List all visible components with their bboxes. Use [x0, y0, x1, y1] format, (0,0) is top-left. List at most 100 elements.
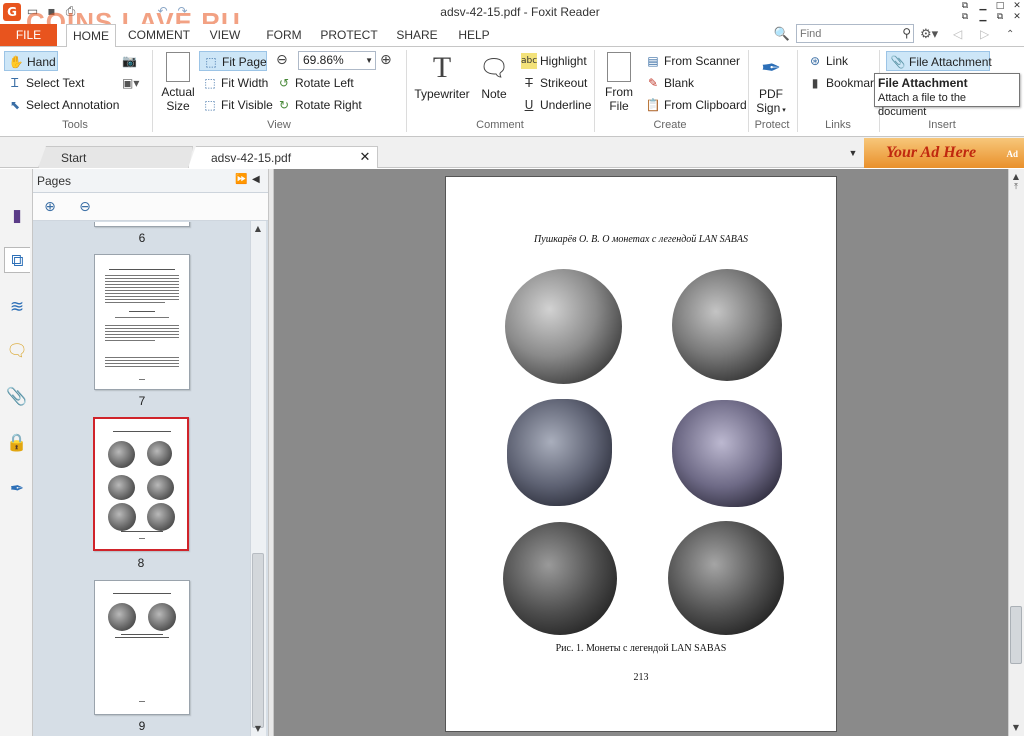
nav-forward-icon[interactable]: ▷	[980, 26, 994, 43]
highlight-button[interactable]: abc Highlight	[518, 51, 588, 71]
tab-share[interactable]: SHARE	[393, 24, 441, 46]
note-button[interactable]: 🗨 Note	[476, 52, 512, 101]
document-scroll-thumb[interactable]	[1010, 606, 1022, 664]
rotate-left-icon: ↺	[278, 76, 290, 90]
tab-help[interactable]: HELP	[453, 24, 495, 46]
rotate-right-button[interactable]: ↻ Rotate Right	[273, 95, 362, 115]
pages-panel-icon[interactable]: ⧉	[4, 247, 30, 273]
strikeout-button[interactable]: T Strikeout	[518, 73, 588, 93]
fit-visible-icon: ⬚	[204, 98, 216, 112]
ribbon-separator	[594, 50, 595, 132]
security-panel-icon[interactable]: 🔒	[4, 430, 30, 456]
strikeout-label: Strikeout	[540, 76, 588, 90]
scroll-top-icon[interactable]: ⤒	[1009, 181, 1023, 193]
reduce-thumbnails-icon[interactable]: ⊖	[74, 197, 96, 217]
tab-comment[interactable]: COMMENT	[126, 24, 192, 46]
foxit-logo-icon[interactable]: G	[3, 3, 21, 21]
doc-close-icon[interactable]: ✕	[1009, 12, 1024, 22]
fit-visible-button[interactable]: ⬚ Fit Visible	[199, 95, 272, 115]
from-clipboard-button[interactable]: 📋 From Clipboard	[642, 95, 747, 115]
coin-image	[507, 399, 612, 506]
ribbon-minimize-icon[interactable]: ⌃	[1006, 26, 1020, 43]
tab-document[interactable]: adsv-42-15.pdf	[188, 146, 378, 168]
scroll-up-icon[interactable]: ▲	[251, 223, 265, 235]
fit-page-label: Fit Page	[222, 55, 267, 69]
select-annotation-button[interactable]: ⬉ Select Annotation	[4, 95, 124, 115]
typewriter-button[interactable]: T Typewriter	[414, 51, 470, 102]
attachments-panel-icon[interactable]: 📎	[4, 384, 30, 410]
link-button[interactable]: ⊛ Link	[804, 51, 864, 71]
file-attachment-button[interactable]: 📎 File Attachment	[886, 51, 992, 71]
bookmark-label: Bookmark	[826, 76, 881, 90]
tab-form[interactable]: FORM	[262, 24, 306, 46]
tab-file[interactable]: FILE	[0, 24, 57, 46]
clipboard-icon[interactable]: ▣▾	[122, 75, 148, 91]
typewriter-icon: T	[432, 51, 452, 84]
zoom-value: 69.86%	[303, 53, 344, 67]
zoom-select[interactable]: 69.86% ▼	[298, 51, 376, 70]
find-options-icon[interactable]: 🔍	[773, 27, 791, 43]
thumbnail-scroll-thumb[interactable]	[252, 553, 264, 728]
scroll-down-icon[interactable]: ▼	[251, 723, 265, 735]
close-window-icon[interactable]: ✕	[1009, 1, 1024, 11]
signatures-panel-icon[interactable]: ✒	[4, 476, 30, 502]
rotate-left-label: Rotate Left	[295, 76, 354, 90]
bookmarks-panel-icon[interactable]: ▮	[4, 203, 30, 229]
coin-image	[672, 400, 782, 507]
tab-home[interactable]: HOME	[66, 24, 116, 47]
page-thumbnail-8[interactable]	[93, 417, 189, 551]
ad-banner[interactable]: Your Ad Here Ad	[864, 138, 1024, 168]
rotate-right-label: Rotate Right	[295, 98, 362, 112]
scroll-down-icon[interactable]: ▼	[1009, 722, 1023, 734]
page-thumbnail-6[interactable]	[94, 222, 190, 227]
snapshot-icon[interactable]: 📷	[122, 53, 140, 69]
find-input[interactable]	[797, 25, 893, 42]
pdf-sign-label-1: PDF	[759, 87, 783, 101]
bookmark-icon: ▮	[811, 76, 819, 90]
pdf-sign-button[interactable]: ✒ PDF Sign ▾	[752, 52, 790, 118]
rotate-left-button[interactable]: ↺ Rotate Left	[273, 73, 354, 93]
fit-width-button[interactable]: ⬚ Fit Width	[199, 73, 269, 93]
maximize-icon[interactable]: □	[992, 1, 1008, 11]
bookmark-button[interactable]: ▮ Bookmark	[804, 73, 880, 93]
select-annotation-label: Select Annotation	[26, 98, 120, 112]
link-icon: ⊛	[809, 54, 821, 68]
from-clipboard-label: From Clipboard	[664, 98, 747, 112]
enlarge-thumbnails-icon[interactable]: ⊕	[39, 197, 61, 217]
from-file-button[interactable]: From File	[600, 52, 638, 113]
ribbon-collapse-icon[interactable]: ⧉	[957, 12, 973, 22]
strikeout-icon: T	[525, 76, 533, 90]
group-label-insert: Insert	[928, 119, 956, 131]
from-scanner-button[interactable]: ▤ From Scanner	[642, 51, 742, 71]
hand-button[interactable]: ✋ Hand	[4, 51, 58, 71]
restore-icon[interactable]: ⧉	[957, 1, 973, 11]
tab-start[interactable]: Start	[38, 146, 193, 168]
group-label-tools: Tools	[62, 119, 88, 131]
tab-view[interactable]: VIEW	[205, 24, 245, 46]
layers-panel-icon[interactable]: ≋	[4, 294, 30, 320]
nav-back-icon[interactable]: ◁	[953, 26, 967, 43]
highlight-label: Highlight	[540, 54, 587, 68]
panel-expand-icon[interactable]: ⏩	[235, 173, 247, 187]
select-text-button[interactable]: Ꮖ Select Text	[4, 73, 104, 93]
tab-list-dropdown-icon[interactable]: ▼	[846, 148, 860, 160]
comments-panel-icon[interactable]: 🗨	[4, 338, 30, 364]
zoom-in-icon[interactable]: ⊕	[380, 52, 398, 69]
page-thumbnail-7[interactable]	[94, 254, 190, 390]
underline-button[interactable]: U Underline	[518, 95, 592, 115]
search-icon[interactable]: ⚲	[902, 26, 911, 40]
page-thumbnail-9[interactable]	[94, 580, 190, 715]
doc-restore-icon[interactable]: ⧉	[992, 12, 1008, 22]
find-input-box[interactable]: ⚲	[796, 24, 914, 43]
settings-gear-icon[interactable]: ⚙▾	[920, 26, 940, 43]
doc-minimize-icon[interactable]: ▁	[975, 12, 991, 22]
tab-protect[interactable]: PROTECT	[318, 24, 380, 46]
zoom-out-icon[interactable]: ⊖	[276, 52, 294, 69]
panel-collapse-icon[interactable]: ◀	[252, 173, 264, 187]
minimize-icon[interactable]: ▁	[975, 1, 991, 11]
close-tab-icon[interactable]: ✕	[359, 150, 371, 164]
fit-page-button[interactable]: ⬚ Fit Page	[199, 51, 267, 71]
blank-button[interactable]: ✎ Blank	[642, 73, 702, 93]
actual-size-button[interactable]: Actual Size	[158, 52, 198, 113]
window-title: adsv-42-15.pdf - Foxit Reader	[440, 5, 600, 19]
